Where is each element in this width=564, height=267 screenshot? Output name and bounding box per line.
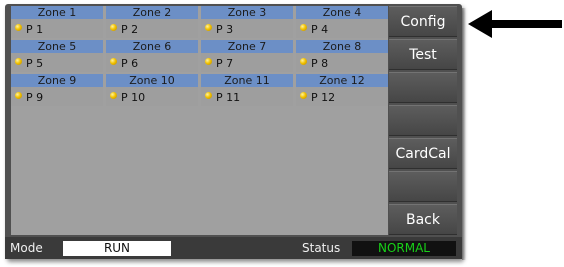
zone-title: Zone 3 bbox=[201, 6, 293, 19]
zone-point-label: P 7 bbox=[216, 57, 234, 70]
status-indicator-icon bbox=[300, 24, 307, 31]
mode-label: Mode bbox=[10, 241, 43, 255]
zone-tile-6[interactable]: Zone 6 P 6 bbox=[106, 40, 198, 72]
status-indicator-icon bbox=[205, 92, 212, 99]
test-button[interactable]: Test bbox=[389, 39, 457, 70]
zone-tile-8[interactable]: Zone 8 P 8 bbox=[296, 40, 388, 72]
status-indicator-icon bbox=[15, 24, 22, 31]
status-bar: Mode RUN Status NORMAL bbox=[5, 237, 462, 259]
zone-title: Zone 11 bbox=[201, 74, 293, 87]
zone-tile-2[interactable]: Zone 2 P 2 bbox=[106, 6, 198, 38]
zone-tile-5[interactable]: Zone 5 P 5 bbox=[11, 40, 103, 72]
zone-tile-3[interactable]: Zone 3 P 3 bbox=[201, 6, 293, 38]
back-button[interactable]: Back bbox=[389, 204, 457, 235]
zone-point-label: P 6 bbox=[121, 57, 139, 70]
status-indicator-icon bbox=[205, 24, 212, 31]
status-indicator-icon bbox=[15, 58, 22, 65]
zone-point-label: P 2 bbox=[121, 23, 139, 36]
zone-title: Zone 8 bbox=[296, 40, 388, 53]
zone-grid: Zone 1 P 1 Zone 2 P 2 Zone 3 P 3 Zone 4 … bbox=[11, 6, 388, 235]
zone-title: Zone 2 bbox=[106, 6, 198, 19]
blank-button-3[interactable] bbox=[389, 171, 457, 202]
zone-point-label: P 5 bbox=[26, 57, 44, 70]
status-label: Status bbox=[302, 241, 341, 255]
zone-point-label: P 11 bbox=[216, 91, 241, 104]
status-indicator-icon bbox=[110, 24, 117, 31]
zone-title: Zone 4 bbox=[296, 6, 388, 19]
arrow-pointer-icon bbox=[468, 10, 562, 38]
zone-title: Zone 7 bbox=[201, 40, 293, 53]
zone-title: Zone 10 bbox=[106, 74, 198, 87]
status-indicator-icon bbox=[110, 92, 117, 99]
zone-tile-10[interactable]: Zone 10 P 10 bbox=[106, 74, 198, 106]
status-indicator-icon bbox=[205, 58, 212, 65]
zone-tile-7[interactable]: Zone 7 P 7 bbox=[201, 40, 293, 72]
zone-point-label: P 12 bbox=[311, 91, 336, 104]
zone-point-label: P 3 bbox=[216, 23, 234, 36]
mode-value: RUN bbox=[63, 241, 171, 256]
zone-title: Zone 9 bbox=[11, 74, 103, 87]
zone-tile-11[interactable]: Zone 11 P 11 bbox=[201, 74, 293, 106]
zone-title: Zone 5 bbox=[11, 40, 103, 53]
zone-title: Zone 6 bbox=[106, 40, 198, 53]
screen-shadow bbox=[462, 8, 466, 260]
hmi-screen: Zone 1 P 1 Zone 2 P 2 Zone 3 P 3 Zone 4 … bbox=[5, 4, 462, 259]
zone-point-label: P 8 bbox=[311, 57, 329, 70]
status-value: NORMAL bbox=[352, 241, 456, 256]
zone-point-label: P 4 bbox=[311, 23, 329, 36]
blank-button-1[interactable] bbox=[389, 72, 457, 103]
zone-tile-1[interactable]: Zone 1 P 1 bbox=[11, 6, 103, 38]
status-indicator-icon bbox=[300, 58, 307, 65]
status-indicator-icon bbox=[15, 92, 22, 99]
zone-tile-12[interactable]: Zone 12 P 12 bbox=[296, 74, 388, 106]
zone-tile-9[interactable]: Zone 9 P 9 bbox=[11, 74, 103, 106]
zone-title: Zone 12 bbox=[296, 74, 388, 87]
status-indicator-icon bbox=[110, 58, 117, 65]
cardcal-button[interactable]: CardCal bbox=[389, 138, 457, 169]
zone-tile-4[interactable]: Zone 4 P 4 bbox=[296, 6, 388, 38]
zone-title: Zone 1 bbox=[11, 6, 103, 19]
zone-point-label: P 10 bbox=[121, 91, 146, 104]
zone-point-label: P 9 bbox=[26, 91, 44, 104]
status-indicator-icon bbox=[300, 92, 307, 99]
zone-point-label: P 1 bbox=[26, 23, 44, 36]
config-button[interactable]: Config bbox=[389, 6, 457, 37]
blank-button-2[interactable] bbox=[389, 105, 457, 136]
